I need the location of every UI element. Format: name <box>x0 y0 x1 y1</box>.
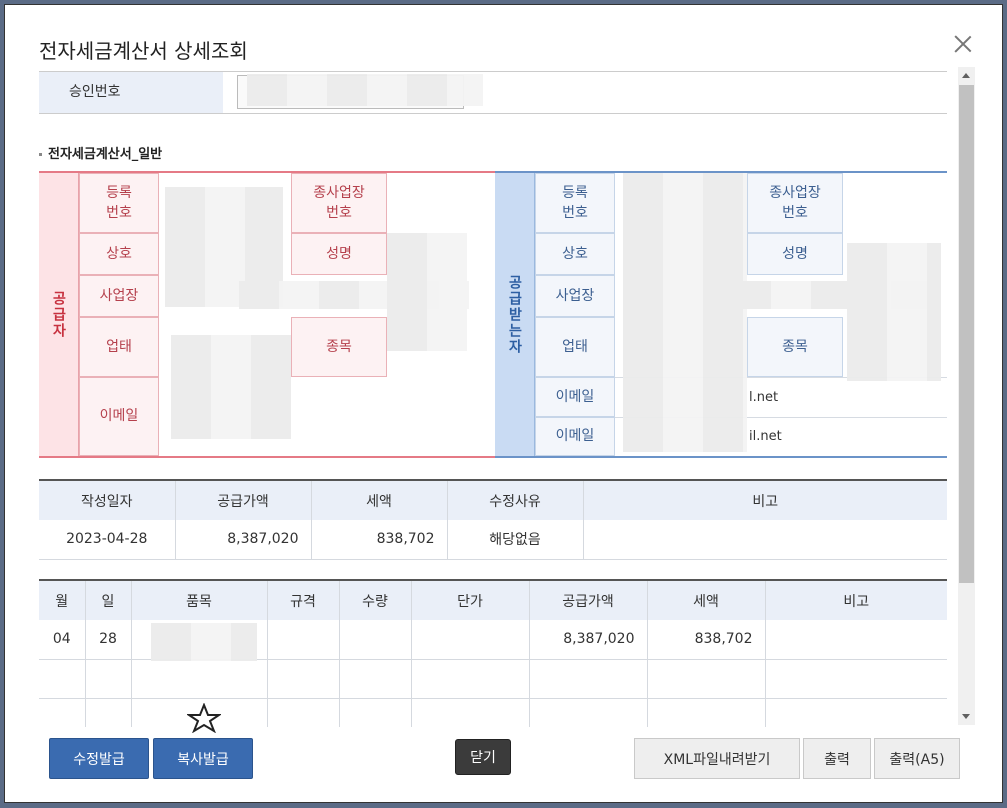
summary-header-cell: 세액 <box>310 480 447 520</box>
supplier-biz-item-label: 종목 <box>291 317 387 377</box>
table-row <box>39 698 947 727</box>
table-cell <box>410 698 529 727</box>
summary-header-cell: 공급가액 <box>174 480 311 520</box>
vertical-scrollbar[interactable] <box>958 67 975 725</box>
table-row <box>39 659 947 699</box>
table-cell <box>266 659 339 699</box>
table-cell <box>130 659 267 699</box>
items-header-cell: 비고 <box>764 580 947 620</box>
items-header-cell: 일 <box>84 580 131 620</box>
approval-number-label: 승인번호 <box>39 72 223 113</box>
item-tax: 838,702 <box>646 620 765 660</box>
summary-header-row: 작성일자 공급가액 세액 수정사유 비고 <box>39 480 947 520</box>
supplier-biz-type-label: 업태 <box>79 317 159 377</box>
scroll-up-icon[interactable] <box>962 73 970 78</box>
receiver-email1-value: l.net <box>749 389 779 405</box>
masked-value <box>387 233 467 351</box>
item-supply-amount: 8,387,020 <box>528 620 647 660</box>
supplier-email-label: 이메일 <box>79 377 159 456</box>
dialog-content[interactable]: 승인번호 전자세금계산서_일반 공급자 등록 번호 종사업장 번호 상호 성명 … <box>39 71 947 727</box>
summary-table: 작성일자 공급가액 세액 수정사유 비고 2023-04-28 8,387,02… <box>39 479 947 560</box>
masked-value <box>847 243 941 381</box>
supplier-branch-no-label: 종사업장 번호 <box>291 173 387 233</box>
supplier-address-label: 사업장 <box>79 275 159 317</box>
receiver-branch-no-label: 종사업장 번호 <box>747 173 843 233</box>
table-cell <box>410 659 529 699</box>
item-unit-price <box>410 620 529 660</box>
receiver-block: 공급받는자 등록 번호 종사업장 번호 상호 성명 사업장 업태 종목 이메일 … <box>495 171 947 458</box>
modify-issue-button[interactable]: 수정발급 <box>49 738 149 779</box>
tax-amount: 838,702 <box>310 520 447 560</box>
summary-header-cell: 작성일자 <box>39 480 175 520</box>
supplier-reg-no-label: 등록 번호 <box>79 173 159 233</box>
masked-value <box>171 335 291 439</box>
table-cell <box>528 659 647 699</box>
print-button[interactable]: 출력 <box>803 738 871 779</box>
table-cell <box>39 698 85 727</box>
supplier-block: 공급자 등록 번호 종사업장 번호 상호 성명 사업장 업태 종목 이메일 <box>39 171 495 458</box>
items-header-cell: 품목 <box>130 580 267 620</box>
issue-date: 2023-04-28 <box>39 520 175 560</box>
receiver-address-label: 사업장 <box>535 275 615 317</box>
item-qty <box>338 620 411 660</box>
masked-value <box>623 173 747 452</box>
table-cell <box>764 698 947 727</box>
modify-reason: 해당없음 <box>446 520 583 560</box>
summary-header-cell: 수정사유 <box>446 480 583 520</box>
receiver-name-label: 성명 <box>747 233 843 275</box>
table-cell <box>646 659 765 699</box>
table-cell <box>338 698 411 727</box>
item-month: 04 <box>39 620 85 660</box>
item-day: 28 <box>84 620 131 660</box>
xml-download-button[interactable]: XML파일내려받기 <box>634 738 800 779</box>
section-title-general: 전자세금계산서_일반 <box>39 143 162 162</box>
masked-value <box>247 74 483 106</box>
supplier-company-label: 상호 <box>79 233 159 275</box>
close-button[interactable]: 닫기 <box>455 739 511 775</box>
masked-value <box>151 623 257 661</box>
items-header-cell: 규격 <box>266 580 339 620</box>
supply-amount: 8,387,020 <box>174 520 311 560</box>
receiver-email2-value: il.net <box>749 429 782 444</box>
table-cell <box>39 659 85 699</box>
receiver-company-label: 상호 <box>535 233 615 275</box>
item-remarks <box>764 620 947 660</box>
receiver-email1-label: 이메일 <box>535 377 615 417</box>
items-header-cell: 수량 <box>338 580 411 620</box>
supplier-name-label: 성명 <box>291 233 387 275</box>
items-header-cell: 단가 <box>410 580 529 620</box>
table-cell <box>266 698 339 727</box>
approval-number-row: 승인번호 <box>39 71 947 114</box>
scroll-down-icon[interactable] <box>962 714 970 719</box>
summary-header-cell: 비고 <box>582 480 947 520</box>
items-header-cell: 월 <box>39 580 85 620</box>
table-cell <box>84 659 131 699</box>
tax-invoice-detail-dialog: 전자세금계산서 상세조회 승인번호 전자세금계산서_일반 공급자 등록 번호 종… <box>4 4 1003 803</box>
print-a5-button[interactable]: 출력(A5) <box>874 738 960 779</box>
dialog-title: 전자세금계산서 상세조회 <box>39 39 248 63</box>
receiver-side-label: 공급받는자 <box>495 173 535 456</box>
table-cell <box>338 659 411 699</box>
receiver-biz-type-label: 업태 <box>535 317 615 377</box>
table-cell <box>646 698 765 727</box>
table-cell <box>84 698 131 727</box>
pentagram-cursor-icon <box>187 703 221 733</box>
close-icon[interactable] <box>952 33 974 55</box>
receiver-reg-no-label: 등록 번호 <box>535 173 615 233</box>
receiver-biz-item-label: 종목 <box>747 317 843 377</box>
remarks <box>582 520 947 560</box>
table-cell <box>764 659 947 699</box>
items-header-cell: 공급가액 <box>528 580 647 620</box>
item-spec <box>266 620 339 660</box>
receiver-email2-label: 이메일 <box>535 417 615 456</box>
items-header-row: 월 일 품목 규격 수량 단가 공급가액 세액 비고 <box>39 580 947 620</box>
scroll-thumb[interactable] <box>959 85 974 583</box>
table-cell <box>528 698 647 727</box>
table-row: 2023-04-28 8,387,020 838,702 해당없음 <box>39 520 947 560</box>
items-header-cell: 세액 <box>646 580 765 620</box>
copy-issue-button[interactable]: 복사발급 <box>153 738 253 779</box>
supplier-side-label: 공급자 <box>39 173 79 456</box>
